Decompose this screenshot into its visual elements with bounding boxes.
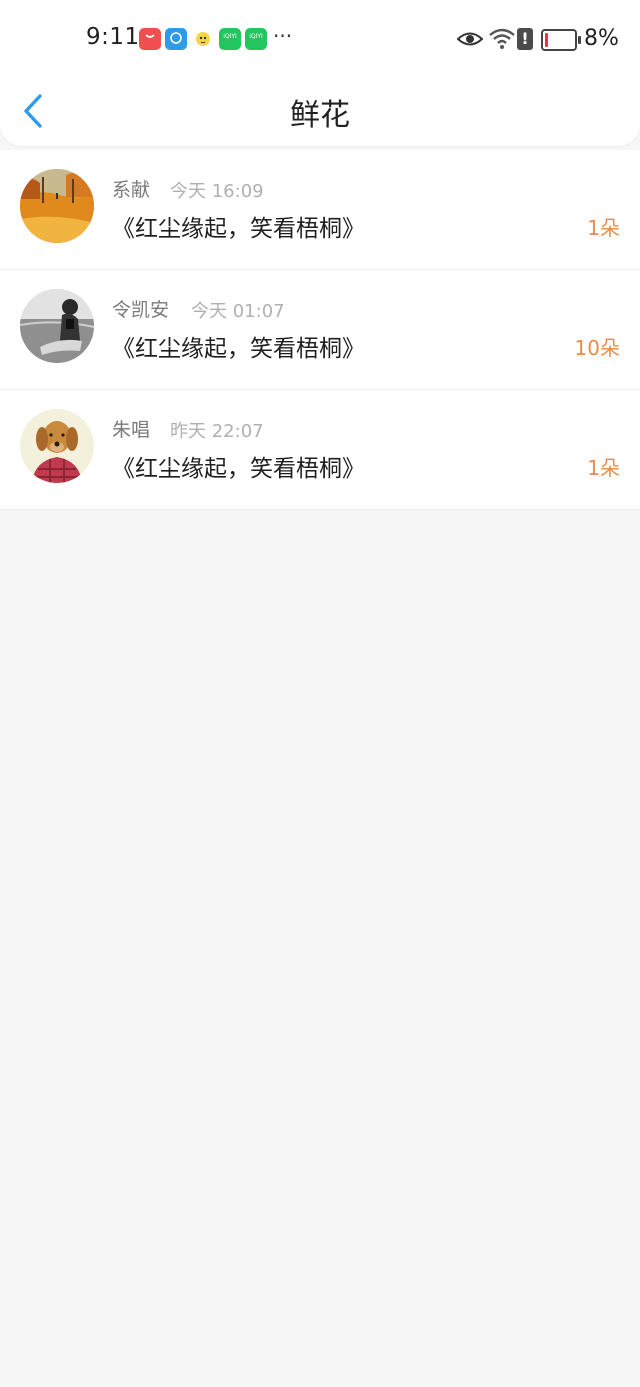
nav-bar: 鲜花 — [0, 80, 640, 146]
timestamp: 今天 01:07 — [191, 301, 285, 322]
avatar[interactable] — [20, 289, 94, 363]
avatar[interactable] — [20, 169, 94, 243]
list-item[interactable]: 令凯安 今天 01:07 《红尘缘起，笑看梧桐》 10朵 — [0, 270, 640, 390]
alert-icon: ! — [517, 28, 533, 50]
header: 9:11 iQIYI iQIYI ··· ! 8% 鲜花 — [0, 0, 640, 146]
more-notifications-icon: ··· — [273, 24, 293, 48]
message-text: 《红尘缘起，笑看梧桐》 — [112, 216, 365, 242]
status-bar: 9:11 iQIYI iQIYI ··· ! 8% — [0, 0, 640, 80]
wifi-icon — [489, 28, 515, 49]
user-name: 令凯安 — [112, 299, 170, 321]
chat-app-icon — [165, 28, 187, 50]
huawei-appgallery-icon — [139, 28, 161, 50]
iqiyi-icon: iQIYI — [245, 28, 267, 50]
timestamp: 昨天 22:07 — [170, 421, 264, 442]
eye-icon — [457, 32, 483, 46]
flower-list: 系献 今天 16:09 《红尘缘起，笑看梧桐》 1朵 令凯安 今天 01:07 … — [0, 150, 640, 510]
page-title: 鲜花 — [290, 98, 350, 133]
avatar[interactable] — [20, 409, 94, 483]
flower-count: 1朵 — [587, 456, 620, 480]
flower-count: 10朵 — [574, 336, 620, 360]
user-name: 朱唱 — [112, 419, 151, 441]
list-item[interactable]: 朱唱 昨天 22:07 《红尘缘起，笑看梧桐》 1朵 — [0, 390, 640, 510]
user-name: 系献 — [112, 179, 151, 201]
status-time: 9:11 — [86, 24, 140, 50]
message-text: 《红尘缘起，笑看梧桐》 — [112, 456, 365, 482]
battery-icon — [541, 29, 581, 51]
timestamp: 今天 16:09 — [170, 181, 264, 202]
list-item[interactable]: 系献 今天 16:09 《红尘缘起，笑看梧桐》 1朵 — [0, 150, 640, 270]
bird-app-icon — [192, 28, 214, 50]
flower-count: 1朵 — [587, 216, 620, 240]
message-text: 《红尘缘起，笑看梧桐》 — [112, 336, 365, 362]
iqiyi-icon: iQIYI — [219, 28, 241, 50]
battery-percentage: 8% — [584, 26, 619, 51]
